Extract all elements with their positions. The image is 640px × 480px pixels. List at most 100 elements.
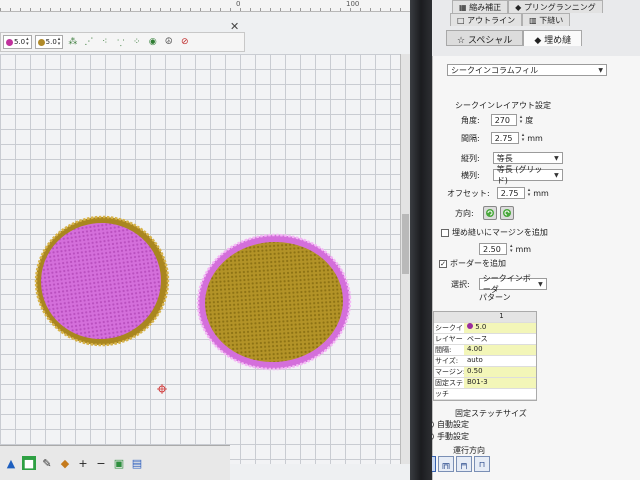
table-row[interactable]: レイヤー ベース <box>434 334 536 345</box>
tab-outline[interactable]: □ アウトライン <box>450 13 523 26</box>
table-header-blank <box>434 312 464 322</box>
fill-settings: シークインコラムフィル ▼ シークインレイアウト設定 角度: 270 ▴ ▾ 度 間… <box>432 56 640 480</box>
direction-cw-icon[interactable] <box>499 206 514 220</box>
tabs-row-3: ☆ スペシャル ◆ 埋め縫 <box>446 30 640 46</box>
auto-radio[interactable] <box>432 421 434 428</box>
stitch-type-select[interactable]: シークインコラムフィル ▼ <box>447 64 607 76</box>
margin-check-label: 埋め縫いにマージンを追加 <box>452 228 548 237</box>
origin-marker <box>157 384 167 394</box>
auto-label: 自動設定 <box>437 420 469 429</box>
move-tool-icon[interactable]: ▤ <box>130 456 144 470</box>
pen-tool-icon[interactable]: ✎ <box>40 456 54 470</box>
tab-underlay[interactable]: ▥ 下縫い <box>522 13 571 26</box>
column-label: 縦列: <box>461 153 480 163</box>
margin-checkbox[interactable] <box>441 228 449 237</box>
monitor-bezel <box>410 0 432 480</box>
design-canvas-area: 0 100 ✕ 5.0 ▴▾ 5.0 ▴▾ ⁂ ⋰ ⁖ ⸪ ⁘ ◉ ☮ ⊘ <box>0 0 410 480</box>
direction-label: 方向: <box>455 208 474 218</box>
pattern-4-icon[interactable]: ⊓ <box>474 456 490 472</box>
select-tool-icon[interactable]: ▲ <box>4 456 18 470</box>
prop-key: レイヤー <box>435 335 463 343</box>
fixed-size-label: 固定ステッチサイズ <box>455 409 527 418</box>
tab-special[interactable]: ☆ スペシャル <box>446 30 524 46</box>
table-row[interactable]: 間隔: 4.00 <box>434 345 536 356</box>
travel-pattern-buttons: ⌐╮ ╔╗ ╒╕ ⊓ <box>432 456 490 472</box>
column-select[interactable]: 等長 ▼ <box>492 152 563 164</box>
screen: 0 100 ✕ 5.0 ▴▾ 5.0 ▴▾ ⁂ ⋰ ⁖ ⸪ ⁘ ◉ ☮ ⊘ <box>0 0 640 480</box>
vertical-scrollbar[interactable] <box>400 54 410 464</box>
margin-input[interactable]: 2.50 <box>479 243 507 255</box>
pattern-3-icon[interactable]: ╒╕ <box>456 456 472 472</box>
manual-radio[interactable] <box>432 433 434 440</box>
prop-value[interactable]: 0.50 <box>464 367 536 377</box>
minus-icon[interactable]: − <box>94 456 108 470</box>
green-tool-icon[interactable]: ■ <box>22 456 36 470</box>
angle-spin-icon[interactable]: ▴ ▾ <box>520 115 523 125</box>
prop-key: 固定ステ <box>435 379 463 387</box>
prop-key: シークイン <box>435 324 464 332</box>
prop-key: 間隔: <box>435 346 452 354</box>
table-row[interactable]: ッチ <box>434 389 536 400</box>
bottom-toolbar: ▲ ■ ✎ ◆ + − ▣ ▤ <box>0 445 230 480</box>
chevron-down-icon: ▼ <box>538 280 543 288</box>
box-tool-icon[interactable]: ▣ <box>112 456 126 470</box>
table-header-index: 1 <box>499 312 504 320</box>
prop-value[interactable]: ベース <box>464 334 536 344</box>
prop-value[interactable]: B01-3 <box>464 378 536 388</box>
right-oval[interactable] <box>194 230 355 374</box>
tab-shrink-comp[interactable]: ▦ 縮み補正 <box>452 0 509 13</box>
sequin-property-table: 1 シークイン 5.0 レイヤー ベース 間隔: 4.00 サイズ: auto <box>433 311 537 401</box>
table-row[interactable]: 固定ステ B01-3 <box>434 378 536 389</box>
angle-unit: 度 <box>525 115 534 125</box>
tab-fill[interactable]: ◆ 埋め縫 <box>523 30 583 46</box>
tabs-row-2: □ アウトライン ▥ 下縫い <box>450 13 640 26</box>
prop-value[interactable]: 4.00 <box>464 345 536 355</box>
margin-spin-icon[interactable]: ▴ ▾ <box>510 244 513 254</box>
chevron-down-icon: ▼ <box>554 171 559 179</box>
add-icon[interactable]: + <box>76 456 90 470</box>
table-row[interactable]: シークイン 5.0 <box>434 323 536 334</box>
prop-value[interactable]: 5.0 <box>464 323 536 333</box>
direction-ccw-icon[interactable] <box>482 206 497 220</box>
prop-value[interactable]: auto <box>464 356 536 366</box>
select-pattern-label: パターン <box>479 293 511 302</box>
border-checkbox[interactable]: ✓ <box>439 259 447 268</box>
manual-label: 手動設定 <box>437 432 469 441</box>
layout-title: シークインレイアウト設定 <box>455 101 551 110</box>
spacing-input[interactable]: 2.75 <box>490 132 519 144</box>
border-check-label: ボーダーを追加 <box>450 259 506 268</box>
chevron-down-icon: ▼ <box>598 66 603 74</box>
angle-input[interactable]: 270 <box>490 114 517 126</box>
spacing-label: 間隔: <box>461 133 480 143</box>
table-row[interactable]: サイズ: auto <box>434 356 536 367</box>
left-oval[interactable] <box>28 208 177 353</box>
offset-label: オフセット: <box>447 188 490 198</box>
tab-pull-running[interactable]: ◆ プリングランニング <box>508 0 603 13</box>
angle-label: 角度: <box>461 115 480 125</box>
prop-key: サイズ: <box>435 357 459 365</box>
property-panel: ▦ 縮み補正 ◆ プリングランニング □ アウトライン ▥ 下縫い ☆ スペシャ… <box>432 0 640 480</box>
prop-key: マージン: <box>435 368 464 376</box>
scrollbar-thumb[interactable] <box>402 214 409 274</box>
prop-value[interactable] <box>464 389 536 399</box>
sequin-color-dot <box>467 323 473 329</box>
prop-key: ッチ <box>435 390 449 398</box>
offset-input[interactable]: 2.75 <box>496 187 525 199</box>
row-select[interactable]: 等長 (グリッド) ▼ <box>492 165 563 185</box>
design-shapes <box>28 208 355 394</box>
row-label: 横列: <box>461 170 480 180</box>
offset-unit: mm <box>533 188 549 198</box>
fill-tool-icon[interactable]: ◆ <box>58 456 72 470</box>
travel-direction-label: 運行方向 <box>453 446 485 455</box>
border-select[interactable]: シークインボーダ ▼ <box>478 274 547 294</box>
tabs-row-1: ▦ 縮み補正 ◆ プリングランニング <box>452 0 640 13</box>
table-row[interactable]: マージン: 0.50 <box>434 367 536 378</box>
spacing-unit: mm <box>527 133 543 143</box>
pattern-1-icon[interactable]: ⌐╮ <box>432 456 436 472</box>
select-label: 選択: <box>451 279 470 289</box>
margin-unit: mm <box>515 244 532 254</box>
spacing-spin-icon[interactable]: ▴ ▾ <box>522 133 525 143</box>
pattern-2-icon[interactable]: ╔╗ <box>438 456 454 472</box>
offset-spin-icon[interactable]: ▴ ▾ <box>528 188 531 198</box>
chevron-down-icon: ▼ <box>554 154 559 162</box>
